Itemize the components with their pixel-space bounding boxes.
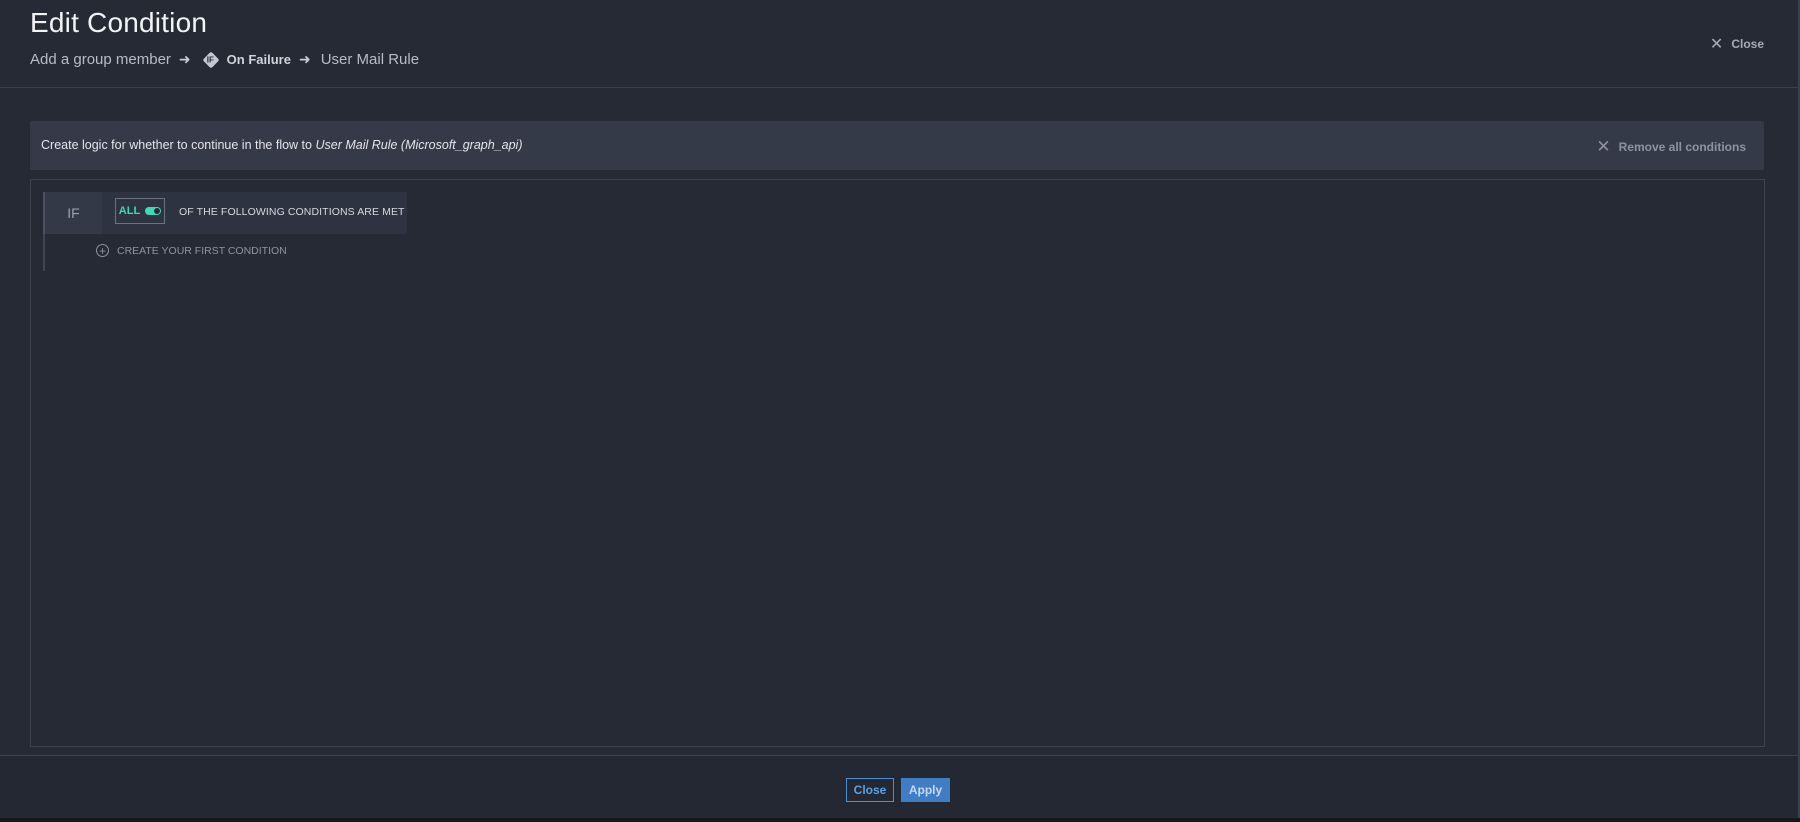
plus-circle-icon: + (96, 244, 109, 257)
mode-label: ALL (118, 205, 141, 217)
condition-icon: IF (202, 51, 220, 68)
close-icon: ✕ (1709, 36, 1724, 53)
all-any-toggle[interactable]: ALL (115, 198, 165, 224)
edit-condition-modal: Edit Condition Add a group member ➜ IF O… (0, 0, 1800, 819)
info-text: Create logic for whether to continue in … (41, 138, 523, 152)
header-close-label: Close (1731, 37, 1764, 51)
breadcrumb: Add a group member ➜ IF On Failure ➜ Use… (30, 51, 419, 68)
modal-header: Edit Condition Add a group member ➜ IF O… (0, 0, 1798, 88)
arrow-right-icon: ➜ (298, 51, 311, 67)
create-first-condition-button[interactable]: + CREATE YOUR FIRST CONDITION (96, 244, 287, 257)
following-conditions-text: OF THE FOLLOWING CONDITIONS ARE MET (179, 206, 405, 218)
apply-button[interactable]: Apply (901, 778, 950, 802)
condition-builder: IF ALL OF THE FOLLOWING CONDITIONS ARE M… (30, 179, 1765, 747)
breadcrumb-step-add-group-member: Add a group member (30, 51, 171, 68)
arrow-right-icon: ➜ (178, 51, 191, 67)
remove-all-label: Remove all conditions (1618, 140, 1746, 154)
create-first-condition-label: CREATE YOUR FIRST CONDITION (117, 244, 287, 257)
breadcrumb-step-on-failure: On Failure (226, 52, 291, 67)
info-bar: Create logic for whether to continue in … (30, 121, 1764, 170)
flow-target-name: User Mail Rule (Microsoft_graph_api) (315, 138, 523, 152)
footer-close-button[interactable]: Close (846, 778, 894, 802)
close-icon: ✕ (1596, 137, 1611, 156)
if-label: IF (45, 192, 102, 234)
group-connector-line (43, 234, 45, 271)
bottom-edge (0, 818, 1800, 822)
toggle-switch-icon (145, 207, 162, 215)
header-close-button[interactable]: ✕ Close (1710, 34, 1764, 54)
remove-all-conditions-button[interactable]: ✕ Remove all conditions (1596, 137, 1746, 157)
modal-footer: Close Apply (0, 755, 1798, 819)
page-title: Edit Condition (30, 7, 208, 38)
if-group-header: IF ALL OF THE FOLLOWING CONDITIONS ARE M… (43, 192, 407, 234)
breadcrumb-step-user-mail-rule: User Mail Rule (320, 51, 420, 68)
